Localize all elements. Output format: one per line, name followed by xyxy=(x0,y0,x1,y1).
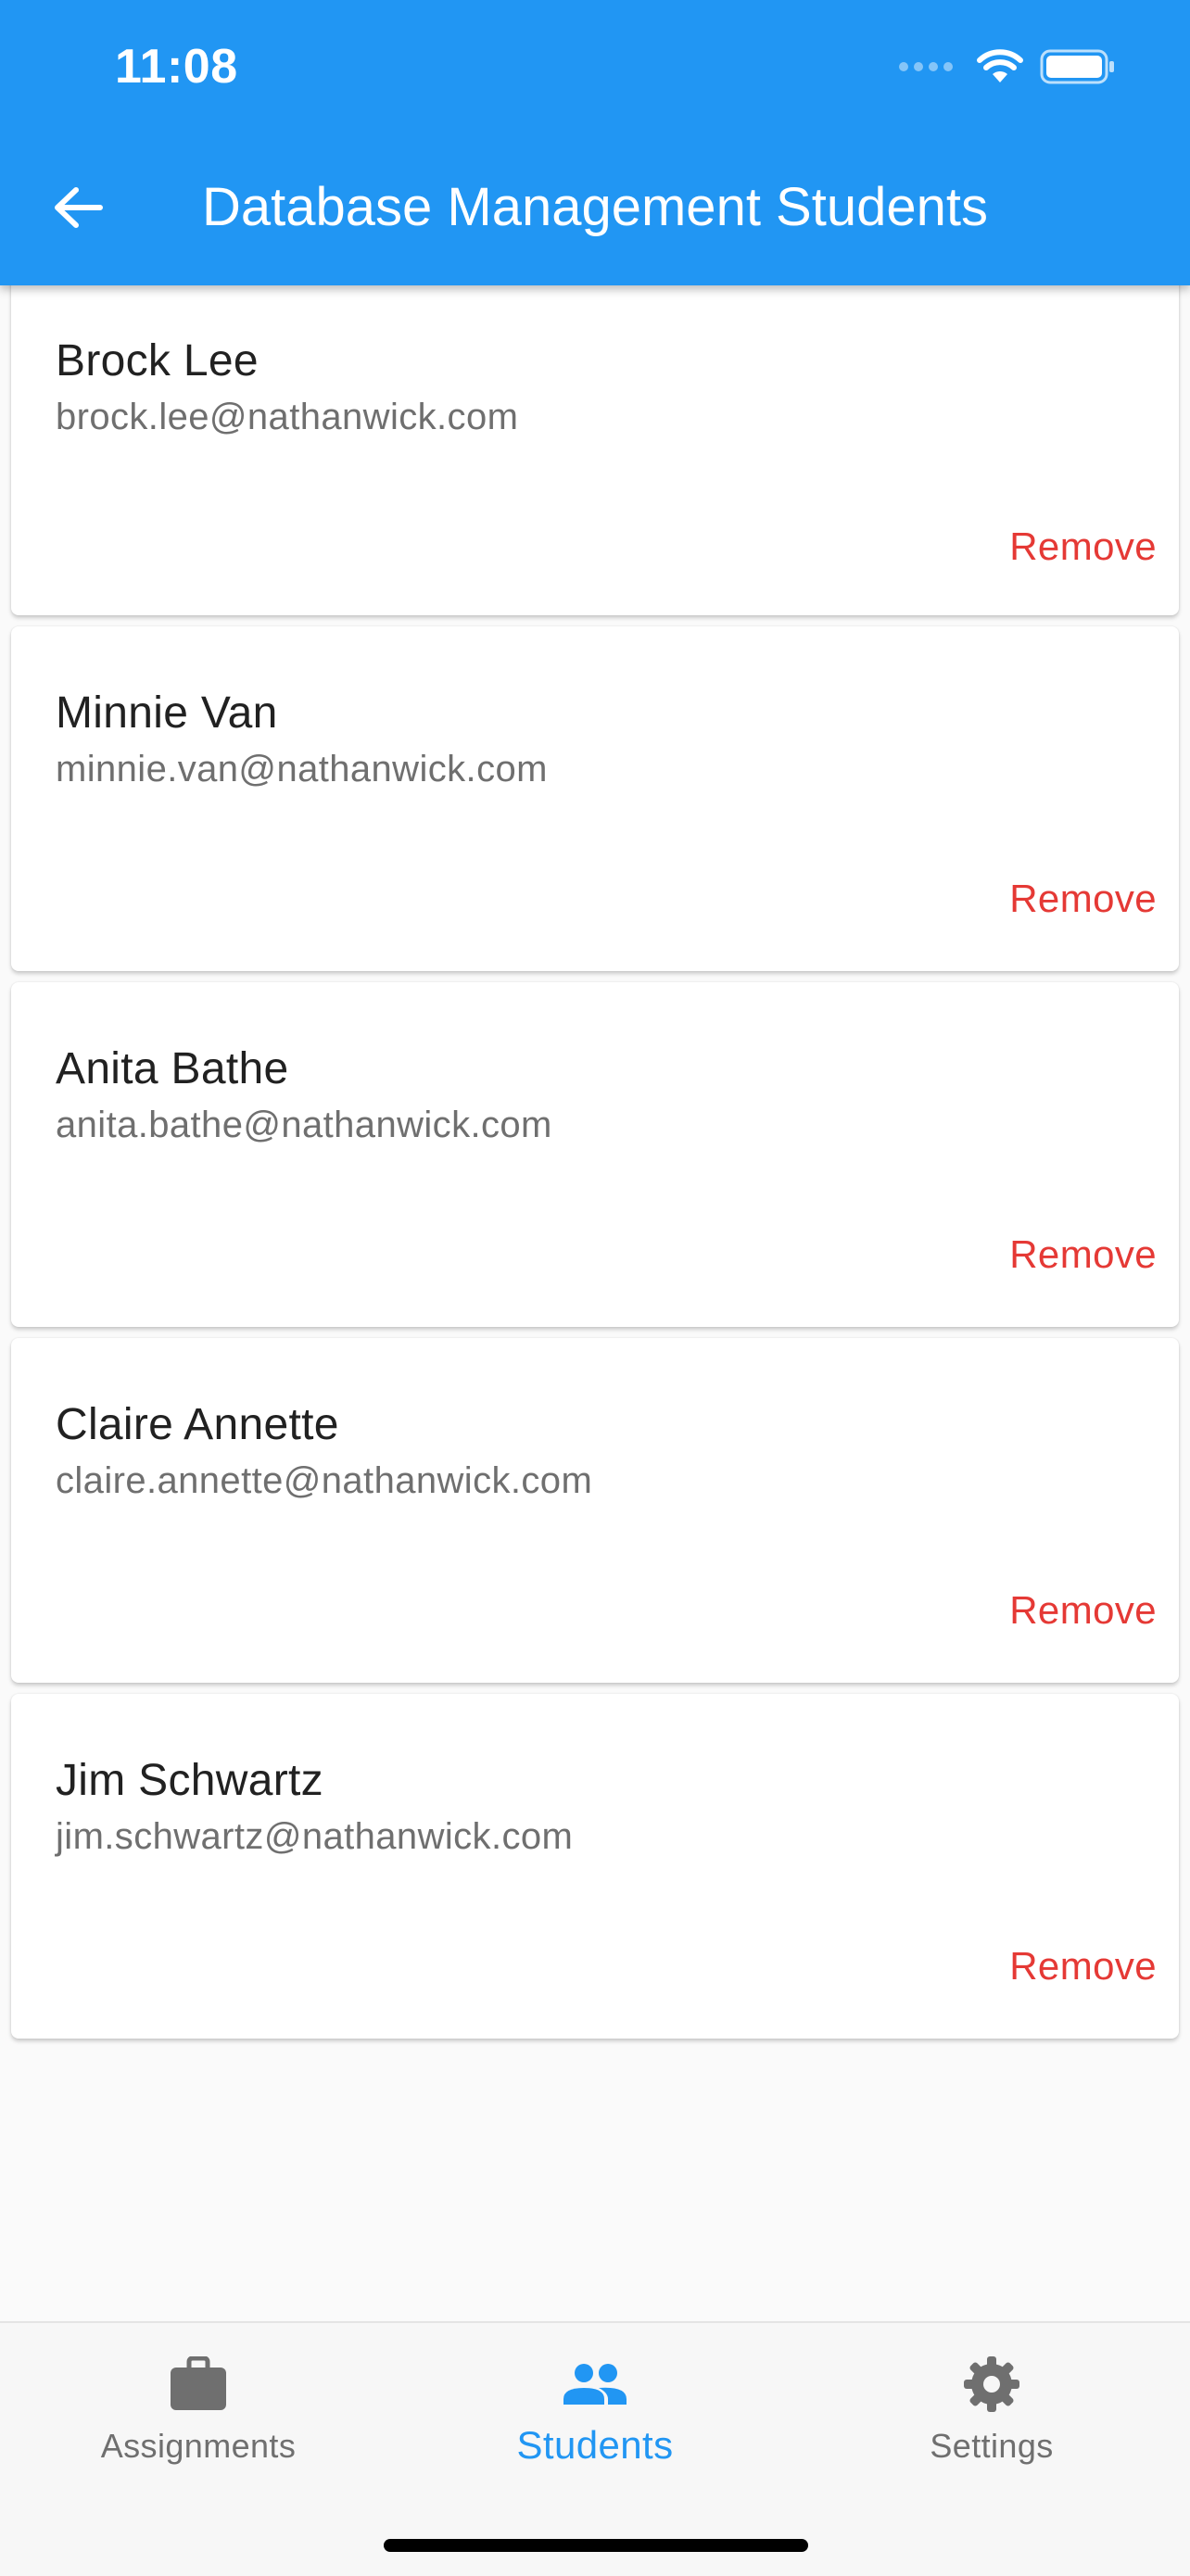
briefcase-icon xyxy=(171,2356,226,2410)
nav-label-assignments: Assignments xyxy=(100,2427,297,2465)
student-name: Minnie Van xyxy=(56,688,278,738)
student-name: Brock Lee xyxy=(56,336,259,385)
remove-button[interactable]: Remove xyxy=(1009,1581,1157,1640)
gear-icon xyxy=(964,2356,1019,2412)
battery-icon xyxy=(1040,49,1114,84)
student-name: Claire Annette xyxy=(56,1400,339,1449)
app-bar: 11:08 Database Management Students xyxy=(0,0,1190,285)
status-icons xyxy=(899,44,1116,89)
nav-item-students[interactable]: Students xyxy=(397,2351,793,2490)
student-card: Claire Annette claire.annette@nathanwick… xyxy=(11,1338,1179,1683)
bottom-navigation: Assignments Students Settings xyxy=(0,2321,1190,2576)
remove-button[interactable]: Remove xyxy=(1009,1225,1157,1284)
student-email: claire.annette@nathanwick.com xyxy=(56,1460,593,1501)
student-card: Brock Lee brock.lee@nathanwick.com Remov… xyxy=(11,272,1179,615)
nav-item-settings[interactable]: Settings xyxy=(793,2351,1190,2490)
nav-label-students: Students xyxy=(516,2423,674,2467)
student-email: minnie.van@nathanwick.com xyxy=(56,749,548,789)
home-indicator xyxy=(384,2539,808,2552)
status-time: 11:08 xyxy=(115,40,238,94)
arrow-back-icon xyxy=(55,187,103,228)
student-list: Brock Lee brock.lee@nathanwick.com Remov… xyxy=(11,272,1179,2050)
people-icon xyxy=(563,2364,627,2405)
page-title: Database Management Students xyxy=(202,177,988,237)
cellular-signal-icon xyxy=(899,62,953,71)
nav-item-assignments[interactable]: Assignments xyxy=(0,2351,397,2490)
student-email: anita.bathe@nathanwick.com xyxy=(56,1105,552,1145)
student-email: jim.schwartz@nathanwick.com xyxy=(56,1816,574,1857)
student-card: Minnie Van minnie.van@nathanwick.com Rem… xyxy=(11,626,1179,971)
remove-button[interactable]: Remove xyxy=(1009,869,1157,928)
remove-button[interactable]: Remove xyxy=(1009,517,1157,576)
student-name: Anita Bathe xyxy=(56,1044,289,1093)
student-card: Anita Bathe anita.bathe@nathanwick.com R… xyxy=(11,982,1179,1327)
student-email: brock.lee@nathanwick.com xyxy=(56,397,519,437)
student-card: Jim Schwartz jim.schwartz@nathanwick.com… xyxy=(11,1694,1179,2039)
back-button[interactable] xyxy=(41,170,115,245)
remove-button[interactable]: Remove xyxy=(1009,1937,1157,1996)
wifi-icon xyxy=(977,49,1023,82)
nav-label-settings: Settings xyxy=(930,2427,1054,2465)
student-name: Jim Schwartz xyxy=(56,1756,323,1805)
